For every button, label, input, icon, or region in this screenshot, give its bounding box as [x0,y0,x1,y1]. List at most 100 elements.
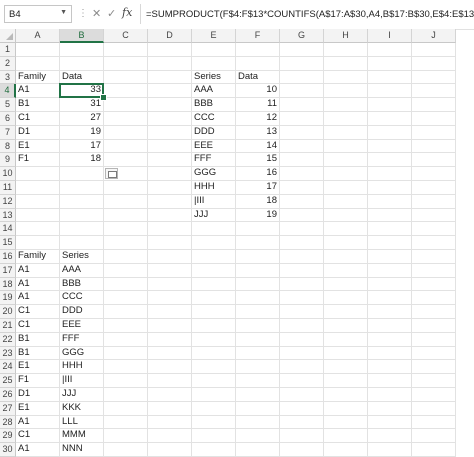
chevron-down-icon[interactable]: ▼ [60,9,67,16]
cell-f10[interactable]: 16 [236,167,280,181]
cell-j23[interactable] [412,346,456,361]
cell-e23[interactable] [192,346,236,361]
cell-j29[interactable] [412,429,456,444]
cell-b10[interactable] [60,167,104,181]
cell-a30[interactable]: A1 [16,443,60,457]
cell-b29[interactable]: MMM [60,429,104,444]
cell-b2[interactable] [60,56,104,71]
cell-d25[interactable] [148,374,192,388]
row-header-23[interactable]: 23 [0,346,16,361]
cell-f27[interactable] [236,401,280,416]
cell-e15[interactable] [192,236,236,250]
cell-g4[interactable] [280,84,324,99]
column-header-c[interactable]: C [104,29,148,43]
cell-e29[interactable] [192,429,236,444]
cell-j24[interactable] [412,360,456,375]
cell-a10[interactable] [16,167,60,181]
cell-i16[interactable] [368,250,412,264]
cell-g25[interactable] [280,374,324,388]
cell-g20[interactable] [280,305,324,319]
cell-h7[interactable] [324,125,368,140]
cell-b26[interactable]: JJJ [60,388,104,402]
cell-c13[interactable] [104,208,148,223]
cell-a27[interactable]: E1 [16,401,60,416]
cell-h6[interactable] [324,112,368,126]
cell-j10[interactable] [412,167,456,181]
cell-e13[interactable]: JJJ [192,208,236,223]
cell-e25[interactable] [192,374,236,388]
cell-d11[interactable] [148,181,192,195]
cell-j2[interactable] [412,56,456,71]
cell-i24[interactable] [368,360,412,375]
cell-c21[interactable] [104,319,148,333]
cell-c17[interactable] [104,263,148,278]
cell-h25[interactable] [324,374,368,388]
cell-i9[interactable] [368,153,412,168]
cell-b9[interactable]: 18 [60,153,104,168]
cell-g11[interactable] [280,181,324,195]
cell-d17[interactable] [148,263,192,278]
cell-g2[interactable] [280,56,324,71]
cell-c27[interactable] [104,401,148,416]
cell-i3[interactable] [368,70,412,85]
cell-e19[interactable] [192,291,236,306]
cell-g18[interactable] [280,277,324,292]
cell-g22[interactable] [280,332,324,347]
more-options-icon[interactable]: ⋮ [78,8,89,19]
cell-f5[interactable]: 11 [236,98,280,112]
cell-i27[interactable] [368,401,412,416]
cell-c30[interactable] [104,443,148,457]
row-header-13[interactable]: 13 [0,208,16,223]
cell-j14[interactable] [412,222,456,237]
fill-handle[interactable] [100,94,107,102]
cell-c8[interactable] [104,139,148,154]
cell-b14[interactable] [60,222,104,237]
cell-c3[interactable] [104,70,148,85]
cell-e30[interactable] [192,443,236,457]
cell-d20[interactable] [148,305,192,319]
cell-c7[interactable] [104,125,148,140]
cell-j1[interactable] [412,43,456,57]
cell-a24[interactable]: E1 [16,360,60,375]
cell-f21[interactable] [236,319,280,333]
cell-d21[interactable] [148,319,192,333]
cell-g24[interactable] [280,360,324,375]
row-header-16[interactable]: 16 [0,250,16,264]
cell-a12[interactable] [16,194,60,209]
cell-j6[interactable] [412,112,456,126]
cell-f11[interactable]: 17 [236,181,280,195]
cell-e6[interactable]: CCC [192,112,236,126]
cell-h15[interactable] [324,236,368,250]
cell-e14[interactable] [192,222,236,237]
row-header-9[interactable]: 9 [0,153,16,168]
cell-c22[interactable] [104,332,148,347]
cell-a29[interactable]: C1 [16,429,60,444]
cell-e12[interactable]: |III [192,194,236,209]
cell-b23[interactable]: GGG [60,346,104,361]
cell-d23[interactable] [148,346,192,361]
cell-j30[interactable] [412,443,456,457]
cell-f9[interactable]: 15 [236,153,280,168]
cell-g3[interactable] [280,70,324,85]
cell-f28[interactable] [236,415,280,430]
cell-d9[interactable] [148,153,192,168]
cell-d19[interactable] [148,291,192,306]
enter-icon[interactable]: ✓ [107,7,116,20]
cell-d22[interactable] [148,332,192,347]
column-header-d[interactable]: D [148,29,192,43]
cell-d1[interactable] [148,43,192,57]
cell-b27[interactable]: KKK [60,401,104,416]
cell-f16[interactable] [236,250,280,264]
cell-a6[interactable]: C1 [16,112,60,126]
cell-a15[interactable] [16,236,60,250]
cell-b13[interactable] [60,208,104,223]
cell-j15[interactable] [412,236,456,250]
cell-e18[interactable] [192,277,236,292]
cell-b3[interactable]: Data [60,70,104,85]
cell-h19[interactable] [324,291,368,306]
cell-c26[interactable] [104,388,148,402]
cell-a13[interactable] [16,208,60,223]
cell-g28[interactable] [280,415,324,430]
cell-d13[interactable] [148,208,192,223]
cell-a21[interactable]: C1 [16,319,60,333]
